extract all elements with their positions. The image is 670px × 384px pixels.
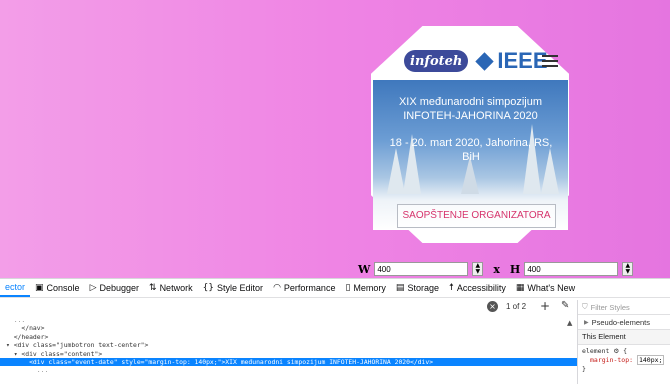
devtools-tabbar: ector ▣ Console ▷ Debugger ⇅ Network {} Styl… (0, 279, 670, 298)
accessibility-icon: ☨ (448, 283, 454, 293)
rule-selector: element (582, 347, 610, 355)
eyedropper-icon[interactable]: ✎ (561, 300, 569, 311)
markup-line[interactable]: ▾ <div class="content"> (0, 350, 577, 358)
ieee-logo[interactable]: IEEE (497, 48, 547, 74)
tab-label: Memory (353, 283, 386, 293)
responsive-size-controls: W ▲▼ x H ▲▼ (358, 262, 634, 276)
add-node-icon[interactable]: + (540, 299, 550, 313)
infoteh-logo-text: infoteh (410, 53, 463, 69)
notice-button[interactable]: SAOPŠTENJE ORGANIZATORA (397, 204, 556, 228)
tab-label: ector (5, 282, 26, 292)
style-editor-icon: {} (202, 283, 215, 293)
tab-label: Console (46, 283, 80, 293)
devtools-panel: ector ▣ Console ▷ Debugger ⇅ Network {} Styl… (0, 278, 670, 384)
hamburger-menu-icon[interactable] (542, 55, 558, 67)
filter-icon: ⛉ (582, 302, 588, 311)
ieee-diamond-icon (475, 51, 495, 71)
rule-value[interactable]: 140px; (636, 355, 665, 365)
rules-sidebar: ⛉ Filter Styles ▶ Pseudo-elements This E… (577, 300, 670, 384)
gift-icon: ▦ (515, 283, 525, 293)
rule-close: } (582, 365, 586, 373)
storage-icon: ▤ (395, 283, 405, 293)
dimension-separator: x (493, 262, 500, 276)
tab-network[interactable]: ⇅ Network (144, 279, 198, 297)
tab-label: Performance (283, 283, 336, 293)
height-label: H (509, 262, 521, 276)
gear-icon[interactable]: ⚙ (613, 347, 619, 355)
markup-line-selected[interactable]: <div class="event-date" style="margin-to… (0, 357, 577, 367)
this-element-header: This Element (578, 330, 670, 345)
tab-label: What's New (527, 283, 576, 293)
tab-label: Style Editor (217, 283, 264, 293)
rule-property[interactable]: margin-top: (590, 356, 633, 364)
markup-line[interactable]: ... (0, 366, 577, 374)
tab-performance[interactable]: ◠ Performance (268, 279, 340, 297)
tab-accessibility[interactable]: ☨ Accessibility (444, 279, 511, 297)
hero-date: 18 - 20. mart 2020, Jahorina, RS, BiH (389, 137, 553, 163)
search-result-count: 1 of 2 (506, 302, 527, 311)
filter-styles-input[interactable]: ⛉ Filter Styles (578, 300, 670, 315)
tab-memory[interactable]: ▯ Memory (340, 279, 390, 297)
tab-style-editor[interactable]: {} Style Editor (198, 279, 268, 297)
markup-line[interactable]: </nav> (0, 324, 577, 332)
scroll-up-icon[interactable]: ▲ (567, 319, 572, 327)
infoteh-logo[interactable]: infoteh (404, 50, 469, 72)
markup-toolbar: × 1 of 2 + ✎ (0, 299, 580, 314)
pseudo-elements-label: Pseudo-elements (591, 317, 650, 327)
tab-console[interactable]: ▣ Console (30, 279, 85, 297)
clear-search-icon[interactable]: × (487, 301, 498, 312)
network-icon: ⇅ (149, 283, 157, 293)
markup-line[interactable]: ... (0, 316, 577, 324)
debugger-icon: ▷ (89, 283, 97, 293)
width-spinner-icon[interactable]: ▲ ▼ (472, 262, 484, 276)
markup-view: ... </nav> </header> ▾ <div class="jumbo… (0, 316, 577, 384)
markup-line[interactable]: </header> (0, 333, 577, 341)
tab-debugger[interactable]: ▷ Debugger (85, 279, 144, 297)
tab-label: Accessibility (456, 283, 506, 293)
page-viewport (0, 0, 670, 278)
filter-placeholder: Filter Styles (590, 302, 630, 312)
memory-icon: ▯ (345, 283, 351, 293)
tab-whats-new[interactable]: ▦ What's New (511, 279, 580, 297)
pseudo-elements-toggle[interactable]: ▶ Pseudo-elements (578, 315, 670, 330)
markup-line[interactable]: ▾ <div class="jumbotron text-center"> (0, 341, 577, 349)
tab-label: Network (159, 283, 193, 293)
width-label: W (358, 262, 371, 276)
height-input[interactable] (524, 262, 619, 276)
expand-arrow-icon: ▶ (584, 318, 589, 326)
css-rule: element ⚙ { margin-top: 140px; } (578, 345, 670, 376)
width-input[interactable] (374, 262, 469, 276)
performance-icon: ◠ (273, 283, 281, 293)
height-spinner-icon[interactable]: ▲ ▼ (622, 262, 634, 276)
header-logos: infoteh IEEE (404, 47, 548, 75)
console-icon: ▣ (35, 283, 44, 293)
tab-label: Debugger (99, 283, 140, 293)
tab-storage[interactable]: ▤ Storage (391, 279, 444, 297)
hero-title: XIX međunarodni simpozijum INFOTEH-JAHOR… (398, 96, 543, 122)
tab-label: Storage (407, 283, 439, 293)
tab-inspector[interactable]: ector (0, 279, 31, 297)
